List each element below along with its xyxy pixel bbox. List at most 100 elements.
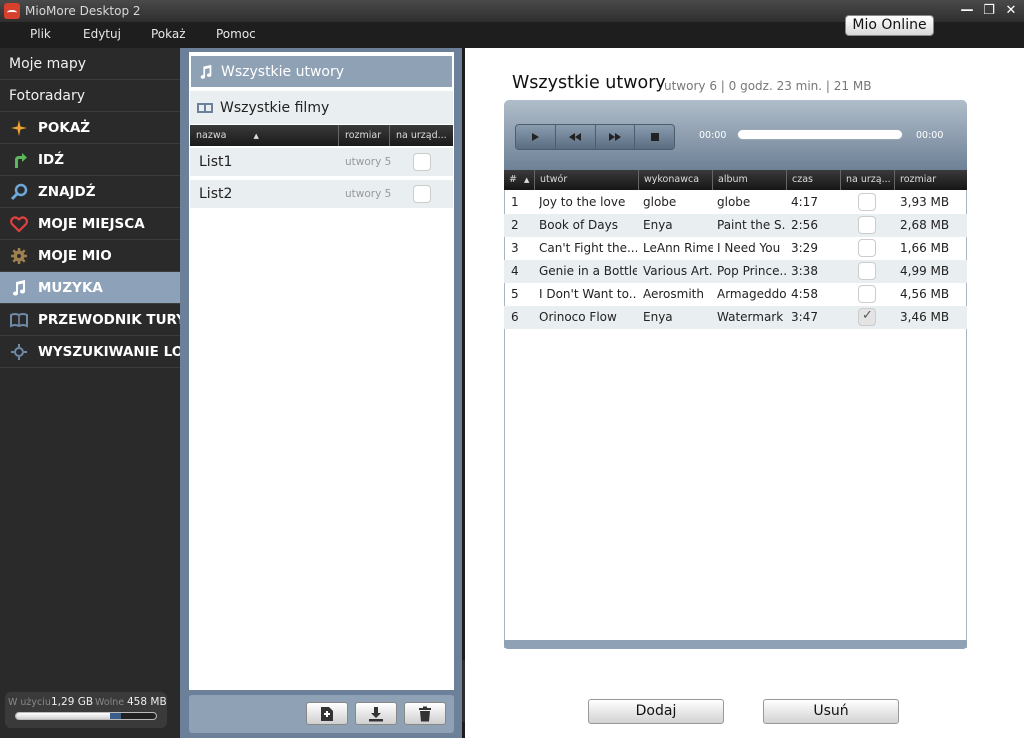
music-note-icon [191, 64, 221, 80]
all-tracks-label: Wszystkie utwory [221, 63, 345, 80]
track-artist: LeAnn Rimes [643, 241, 713, 255]
storage-indicator: W użyciu 1,29 GB Wolne 458 MB [5, 692, 167, 728]
track-number: 3 [511, 241, 519, 255]
table-row[interactable]: 4 Genie in a Bottle Various Art... Pop Prin… [504, 260, 967, 283]
close-icon[interactable]: ✕ [1004, 3, 1018, 19]
column-on-device[interactable]: na urzą... [841, 170, 895, 190]
track-time: 4:17 [791, 195, 818, 209]
on-device-checkbox[interactable] [413, 153, 431, 171]
on-device-checkbox[interactable]: ✓ [858, 308, 876, 326]
sidebar-item-label: POKAŻ [38, 119, 91, 136]
table-row[interactable]: 6 Orinoco Flow Enya Watermark 3:47 3,46 MB ✓ [504, 306, 967, 329]
sidebar: Moje mapy Fotoradary POKAŻ IDŹ ZNAJDŹ MO… [0, 48, 180, 738]
time-total: 00:00 [916, 130, 944, 141]
turn-arrow-icon [0, 151, 38, 169]
storage-free-label: Wolne [95, 697, 125, 708]
track-album: globe [717, 195, 751, 209]
remove-button[interactable]: Usuń [763, 699, 899, 724]
column-time[interactable]: czas [787, 170, 841, 190]
playlist-name: List1 [199, 154, 233, 170]
sidebar-item-my-places[interactable]: MOJE MIEJSCA [0, 208, 180, 240]
tracks-table-header: # ▲ utwór wykonawca album czas na urzą..… [504, 170, 967, 190]
column-on-device[interactable]: na urząd... [390, 125, 453, 146]
track-title: I Don't Want to... [539, 287, 637, 301]
progress-slider[interactable] [737, 129, 903, 140]
add-button[interactable]: Dodaj [588, 699, 724, 724]
sidebar-item-my-maps[interactable]: Moje mapy [0, 48, 180, 80]
restore-icon[interactable]: ❐ [982, 3, 996, 19]
mio-online-button[interactable]: Mio Online [845, 15, 934, 36]
table-row[interactable]: 2 Book of Days Enya Paint the S... 2:56 2,68 … [504, 214, 967, 237]
on-device-checkbox[interactable] [858, 239, 876, 257]
menu-file[interactable]: Plik [30, 27, 51, 41]
track-time: 4:58 [791, 287, 818, 301]
all-tracks-button[interactable]: Wszystkie utwory [190, 55, 453, 88]
track-title: Book of Days [539, 218, 619, 232]
column-name[interactable]: nazwa ▲ [190, 125, 339, 146]
playlist-count: utwory 5 [345, 156, 392, 168]
menu-view[interactable]: Pokaż [151, 27, 186, 41]
sidebar-item-my-mio[interactable]: MOJE MIO [0, 240, 180, 272]
track-title: Genie in a Bottle [539, 264, 637, 278]
track-size: 1,66 MB [900, 241, 950, 255]
track-time: 3:29 [791, 241, 818, 255]
track-number: 6 [511, 310, 519, 324]
trash-icon [419, 706, 431, 721]
sidebar-item-music[interactable]: MUZYKA [0, 272, 180, 304]
sidebar-item-label: PRZEWODNIK TURY [38, 311, 180, 328]
book-icon [0, 311, 38, 329]
table-row[interactable]: 3 Can't Fight the... LeAnn Rimes I Need You… [504, 237, 967, 260]
window-title: MioMore Desktop 2 [25, 4, 141, 18]
column-album[interactable]: album [713, 170, 787, 190]
sidebar-item-label: MOJE MIO [38, 247, 112, 264]
column-size[interactable]: rozmiar [339, 125, 390, 146]
new-playlist-button[interactable] [306, 702, 348, 725]
sidebar-item-find[interactable]: ZNAJDŹ [0, 176, 180, 208]
on-device-checkbox[interactable] [858, 216, 876, 234]
sidebar-item-travel-guide[interactable]: PRZEWODNIK TURY [0, 304, 180, 336]
column-artist[interactable]: wykonawca [639, 170, 713, 190]
menu-help[interactable]: Pomoc [216, 27, 256, 41]
minimize-icon[interactable]: — [960, 3, 974, 19]
column-size[interactable]: rozmiar [895, 170, 967, 190]
rewind-button[interactable] [556, 125, 596, 149]
storage-bar-used [16, 713, 110, 719]
stop-button[interactable] [635, 125, 674, 149]
sidebar-item-show[interactable]: POKAŻ [0, 112, 180, 144]
play-icon [532, 133, 540, 141]
delete-playlist-button[interactable] [404, 702, 446, 725]
track-album: Paint the S... [717, 218, 786, 232]
fast-forward-button[interactable] [596, 125, 636, 149]
track-number: 2 [511, 218, 519, 232]
import-button[interactable] [355, 702, 397, 725]
track-album: Armageddon [717, 287, 786, 301]
sidebar-item-location-search[interactable]: WYSZUKIWANIE LO [0, 336, 180, 368]
track-number: 5 [511, 287, 519, 301]
on-device-checkbox[interactable] [858, 285, 876, 303]
table-row[interactable]: 1 Joy to the love globe globe 4:17 3,93 MB [504, 191, 967, 214]
on-device-checkbox[interactable] [858, 262, 876, 280]
on-device-checkbox[interactable] [413, 185, 431, 203]
sidebar-item-speed-cameras[interactable]: Fotoradary [0, 80, 180, 112]
playlist-row[interactable]: List2 utwory 5 [190, 180, 453, 209]
target-icon [0, 343, 38, 361]
all-movies-label: Wszystkie filmy [220, 99, 330, 116]
column-track[interactable]: utwór [535, 170, 639, 190]
page-title: Wszystkie utwory [512, 73, 666, 93]
menu-edit[interactable]: Edytuj [83, 27, 121, 41]
all-movies-button[interactable]: Wszystkie filmy [190, 91, 453, 124]
track-number: 1 [511, 195, 519, 209]
app-logo-icon [4, 3, 20, 19]
on-device-checkbox[interactable] [858, 193, 876, 211]
column-number[interactable]: # ▲ [504, 170, 535, 190]
play-button[interactable] [516, 125, 556, 149]
playlist-table-header: nazwa ▲ rozmiar na urząd... [190, 125, 453, 146]
track-title: Joy to the love [539, 195, 626, 209]
column-number-label: # [509, 174, 517, 185]
track-size: 3,46 MB [900, 310, 950, 324]
sidebar-item-go[interactable]: IDŹ [0, 144, 180, 176]
playlist-row[interactable]: List1 utwory 5 [190, 148, 453, 177]
sort-ascending-icon: ▲ [524, 176, 530, 184]
table-row[interactable]: 5 I Don't Want to... Aerosmith Armageddon 4:… [504, 283, 967, 306]
playlist-count: utwory 5 [345, 188, 392, 200]
